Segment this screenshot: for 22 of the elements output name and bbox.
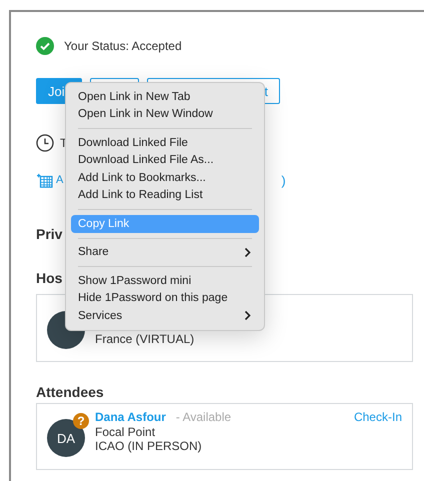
attendee-organization: ICAO (IN PERSON)	[95, 439, 203, 454]
status-badge: ?	[73, 413, 89, 429]
menu-item[interactable]: Download Linked File	[71, 134, 259, 152]
section-heading: Priv	[36, 226, 62, 242]
section-heading: Attendees	[36, 384, 104, 400]
menu-item[interactable]: Hide 1Password on this page	[71, 290, 259, 307]
host-detail: France (VIRTUAL)	[95, 332, 194, 346]
menu-item[interactable]: Open Link in New Window	[71, 106, 259, 123]
menu-item[interactable]: Share	[71, 244, 259, 261]
menu-item[interactable]: Add Link to Reading List	[71, 186, 259, 204]
menu-item[interactable]: Services	[71, 307, 259, 324]
section-heading: Hos	[36, 270, 62, 286]
clock-icon	[36, 134, 54, 152]
status-text: Your Status: Accepted	[64, 39, 182, 53]
menu-item[interactable]: Show 1Password mini	[71, 272, 259, 290]
chevron-right-icon	[244, 246, 251, 258]
menu-item[interactable]: Add Link to Bookmarks...	[71, 169, 259, 186]
chevron-right-icon	[244, 310, 251, 322]
availability-text: - Available	[176, 410, 232, 424]
menu-item[interactable]: Download Linked File As...	[71, 152, 259, 169]
calendar-icon	[36, 172, 53, 188]
attendee-role: Focal Point	[95, 424, 156, 439]
